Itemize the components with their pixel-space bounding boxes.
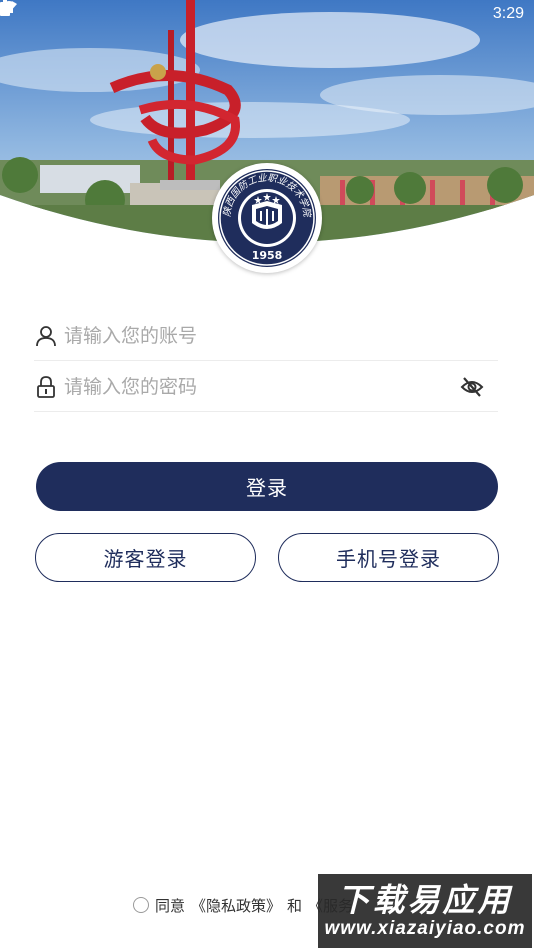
watermark-url: www.xiazaiyiao.com	[324, 918, 526, 939]
status-time: 3:29	[492, 5, 524, 22]
status-bar: 3:29	[0, 0, 534, 28]
login-button[interactable]: 登录	[36, 462, 498, 511]
watermark-badge: 下载易应用 www.xiazaiyiao.com	[318, 874, 532, 948]
hide-password-icon[interactable]	[460, 375, 484, 399]
battery-icon	[0, 0, 10, 16]
lock-icon	[34, 375, 58, 399]
password-input[interactable]	[64, 366, 444, 407]
phone-login-button[interactable]: 手机号登录	[278, 533, 499, 582]
watermark-title: 下载易应用	[337, 881, 513, 919]
login-screen: 3:29 陕西国防工业职业技术学院 1958 请输入您的账号 登录 游客登录 手…	[0, 0, 534, 950]
user-icon	[34, 324, 58, 348]
guest-login-button[interactable]: 游客登录	[35, 533, 256, 582]
emblem-year: 1958	[252, 249, 283, 262]
agreement-radio[interactable]	[133, 897, 149, 913]
school-emblem: 陕西国防工业职业技术学院 1958	[212, 163, 322, 273]
password-field	[34, 362, 498, 412]
account-input[interactable]	[64, 315, 444, 356]
privacy-policy-link[interactable]: 《隐私政策》	[191, 895, 281, 916]
account-field	[34, 311, 498, 361]
agreement-prefix: 同意	[155, 896, 186, 915]
agreement-conjunction: 和	[287, 896, 303, 915]
